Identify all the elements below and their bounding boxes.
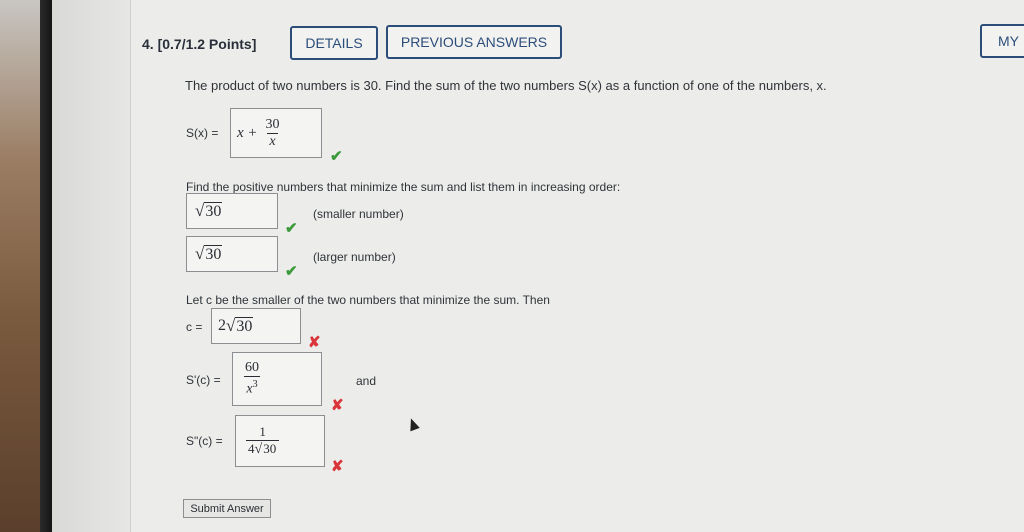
my-notes-button[interactable]: MY bbox=[980, 24, 1024, 58]
larger-radical: √30 bbox=[195, 244, 223, 263]
c-label: c = bbox=[186, 320, 203, 334]
previous-answers-button[interactable]: PREVIOUS ANSWERS bbox=[386, 25, 562, 59]
sdouble-radicand: 30 bbox=[262, 440, 278, 456]
c-radical: √30 bbox=[226, 316, 254, 335]
sx-answer-prefix: x + bbox=[237, 124, 258, 141]
c-radicand: 30 bbox=[235, 317, 254, 335]
c-cross-icon: ✘ bbox=[308, 334, 321, 351]
c-coefficient: 2 bbox=[218, 317, 226, 334]
smaller-number-label: (smaller number) bbox=[313, 207, 404, 221]
sx-fraction: 30 x bbox=[264, 117, 282, 150]
larger-check-icon: ✔ bbox=[285, 263, 298, 280]
sprime-den-exponent: 3 bbox=[252, 379, 258, 391]
larger-radicand: 30 bbox=[204, 245, 223, 263]
sprime-fraction: 60 x3 bbox=[243, 360, 261, 398]
c-answer-box[interactable]: 2 √30 bbox=[211, 308, 301, 344]
sdouble-label: S"(c) = bbox=[186, 434, 223, 448]
sx-label: S(x) = bbox=[186, 126, 219, 140]
smaller-radical: √30 bbox=[195, 201, 223, 220]
sprime-numerator: 60 bbox=[245, 360, 259, 376]
sprime-cross-icon: ✘ bbox=[331, 397, 344, 414]
larger-number-box[interactable]: √30 bbox=[186, 236, 278, 272]
sdouble-radical: √30 bbox=[254, 440, 278, 457]
sprime-answer-box[interactable]: 60 x3 bbox=[232, 352, 322, 406]
sdouble-denominator: 4√30 bbox=[246, 440, 280, 458]
let-c-prompt: Let c be the smaller of the two numbers … bbox=[186, 293, 550, 307]
sx-denominator: x bbox=[267, 132, 278, 149]
question-number-points: 4. [0.7/1.2 Points] bbox=[142, 36, 257, 52]
smaller-check-icon: ✔ bbox=[285, 220, 298, 237]
and-label: and bbox=[356, 374, 377, 388]
sx-answer-box[interactable]: x + 30 x bbox=[230, 108, 322, 158]
larger-number-label: (larger number) bbox=[313, 250, 396, 264]
sdouble-cross-icon: ✘ bbox=[331, 458, 344, 475]
smaller-number-box[interactable]: √30 bbox=[186, 193, 278, 229]
submit-answer-button[interactable]: Submit Answer bbox=[183, 499, 271, 518]
sdouble-fraction: 1 4√30 bbox=[246, 424, 280, 458]
sx-numerator: 30 bbox=[265, 116, 280, 132]
minimize-prompt: Find the positive numbers that minimize … bbox=[186, 180, 621, 194]
sx-check-icon: ✔ bbox=[330, 148, 343, 165]
sprime-label: S'(c) = bbox=[186, 373, 221, 387]
smaller-radicand: 30 bbox=[204, 202, 223, 220]
sprime-denominator: x3 bbox=[244, 376, 260, 398]
sdouble-numerator: 1 bbox=[259, 424, 266, 439]
sdouble-answer-box[interactable]: 1 4√30 bbox=[235, 415, 325, 467]
details-button[interactable]: DETAILS bbox=[290, 26, 378, 60]
question-prompt: The product of two numbers is 30. Find t… bbox=[185, 78, 827, 93]
